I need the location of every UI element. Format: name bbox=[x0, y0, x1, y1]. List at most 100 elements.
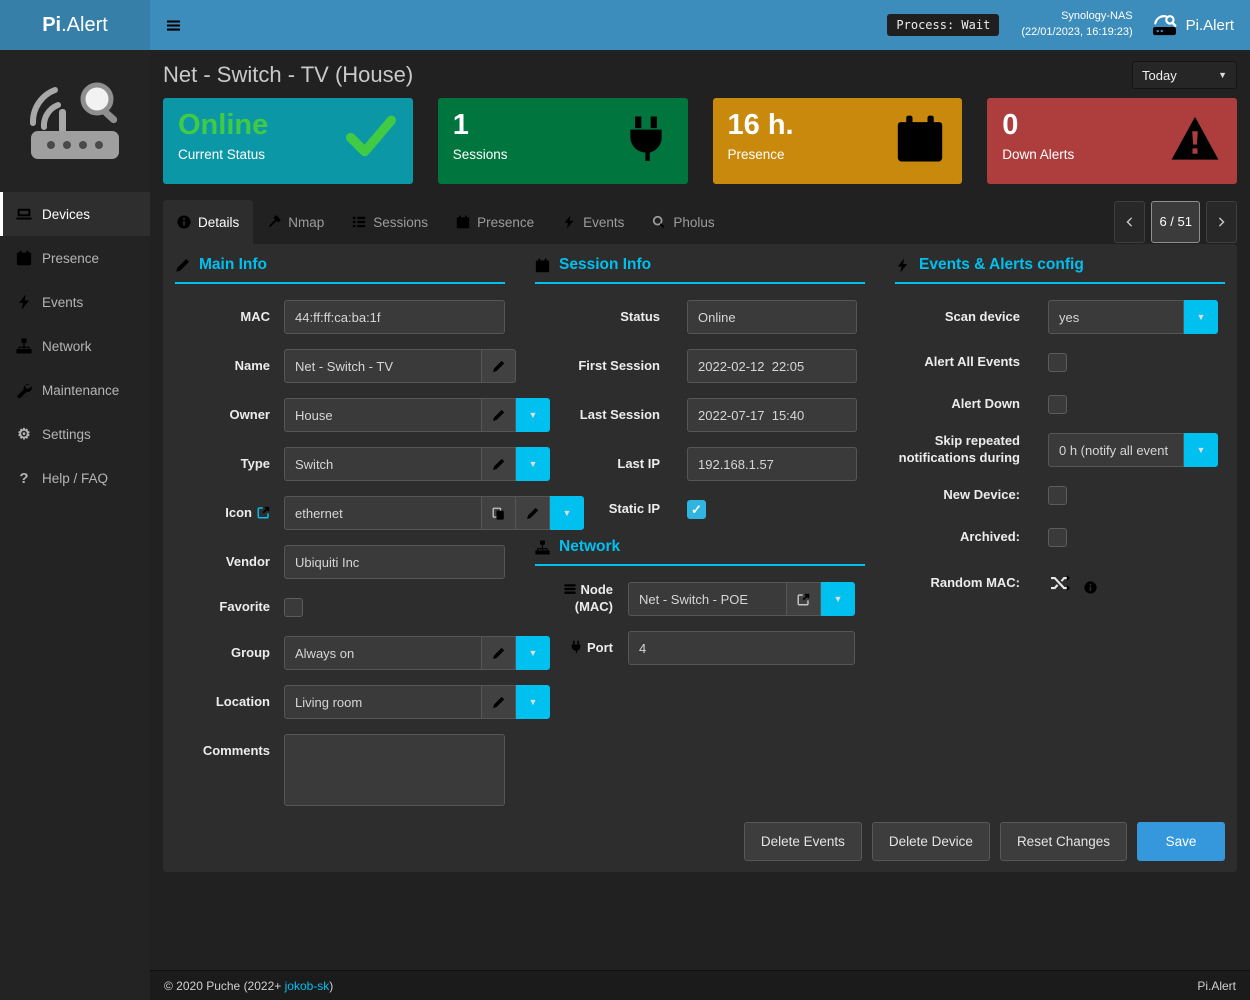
name-input[interactable] bbox=[284, 349, 482, 383]
jokob-sk-link[interactable]: jokob-sk bbox=[285, 979, 330, 993]
brand-text-bold: Pi bbox=[42, 14, 61, 37]
comments-textarea[interactable] bbox=[284, 734, 505, 806]
owner-input[interactable] bbox=[284, 398, 482, 432]
tab-bar: Details Nmap Sessions Presence Events Ph… bbox=[163, 200, 1237, 244]
mac-input[interactable] bbox=[284, 300, 505, 334]
gear-icon: ⚙ bbox=[16, 425, 32, 443]
sidebar-item-presence[interactable]: Presence bbox=[0, 236, 150, 280]
new-device-checkbox[interactable]: ✓ bbox=[1048, 486, 1067, 505]
prev-device-button[interactable] bbox=[1114, 201, 1145, 243]
wrench-icon bbox=[16, 382, 32, 398]
field-row-last-session: Last Session bbox=[535, 398, 865, 432]
down-alerts-box[interactable]: 0 Down Alerts bbox=[987, 98, 1237, 184]
alert-all-events-label: Alert All Events bbox=[895, 354, 1020, 371]
scanner-icon bbox=[1151, 14, 1178, 36]
static-ip-checkbox[interactable]: ✓ bbox=[687, 500, 706, 519]
favorite-label: Favorite bbox=[175, 599, 270, 616]
chevron-right-icon bbox=[1216, 215, 1227, 229]
scan-device-dropdown-button[interactable]: ▼ bbox=[1184, 300, 1218, 334]
tab-details[interactable]: Details bbox=[163, 200, 253, 244]
presence-box[interactable]: 16 h. Presence bbox=[713, 98, 963, 184]
sidebar-item-settings[interactable]: ⚙ Settings bbox=[0, 412, 150, 456]
status-label: Status bbox=[535, 309, 660, 326]
skip-notifications-select[interactable] bbox=[1048, 433, 1184, 467]
node-link-button[interactable] bbox=[787, 582, 821, 616]
menu-toggle-button[interactable] bbox=[150, 0, 196, 50]
field-row-owner: Owner ▼ bbox=[175, 398, 505, 432]
calendar-icon bbox=[894, 114, 946, 164]
first-session-input[interactable] bbox=[687, 349, 857, 383]
icon-copy-button[interactable] bbox=[482, 496, 516, 530]
plug-icon bbox=[569, 640, 583, 654]
summary-boxes: Online Current Status 1 Sessions 16 h. P… bbox=[163, 98, 1237, 184]
sidebar-item-network[interactable]: Network bbox=[0, 324, 150, 368]
skip-notifications-dropdown-button[interactable]: ▼ bbox=[1184, 433, 1218, 467]
alert-down-checkbox[interactable]: ✓ bbox=[1048, 395, 1067, 414]
field-row-alert-down: Alert Down ✓ bbox=[895, 391, 1225, 417]
alert-all-events-checkbox[interactable]: ✓ bbox=[1048, 353, 1067, 372]
sidebar-item-devices[interactable]: Devices bbox=[0, 192, 150, 236]
icon-input[interactable] bbox=[284, 496, 482, 530]
process-status-badge: Process: Wait bbox=[887, 14, 999, 36]
delete-device-button[interactable]: Delete Device bbox=[872, 822, 990, 861]
location-edit-button[interactable] bbox=[482, 685, 516, 719]
tab-events[interactable]: Events bbox=[548, 200, 638, 244]
delete-events-button[interactable]: Delete Events bbox=[744, 822, 862, 861]
tab-presence[interactable]: Presence bbox=[442, 200, 548, 244]
field-row-alert-all-events: Alert All Events ✓ bbox=[895, 349, 1225, 375]
node-input[interactable] bbox=[628, 582, 787, 616]
alert-down-label: Alert Down bbox=[895, 396, 1020, 413]
plug-icon bbox=[620, 114, 672, 164]
favorite-checkbox[interactable]: ✓ bbox=[284, 598, 303, 617]
last-ip-input[interactable] bbox=[687, 447, 857, 481]
node-dropdown-button[interactable]: ▼ bbox=[821, 582, 855, 616]
save-button[interactable]: Save bbox=[1137, 822, 1225, 861]
next-device-button[interactable] bbox=[1206, 201, 1237, 243]
sidebar-item-label: Network bbox=[42, 339, 92, 354]
port-input[interactable] bbox=[628, 631, 855, 665]
reset-changes-button[interactable]: Reset Changes bbox=[1000, 822, 1127, 861]
status-input[interactable] bbox=[687, 300, 857, 334]
archived-checkbox[interactable]: ✓ bbox=[1048, 528, 1067, 547]
field-row-name: Name bbox=[175, 349, 505, 383]
field-row-new-device: New Device: ✓ bbox=[895, 482, 1225, 508]
network-heading: Network bbox=[535, 538, 865, 566]
name-edit-button[interactable] bbox=[482, 349, 516, 383]
comments-label: Comments bbox=[175, 734, 270, 760]
sessions-box[interactable]: 1 Sessions bbox=[438, 98, 688, 184]
field-row-location: Location ▼ bbox=[175, 685, 505, 719]
sidebar-item-help[interactable]: ? Help / FAQ bbox=[0, 456, 150, 500]
external-link-icon[interactable] bbox=[257, 506, 270, 519]
group-input[interactable] bbox=[284, 636, 482, 670]
name-label: Name bbox=[175, 358, 270, 375]
calendar-icon bbox=[535, 258, 550, 273]
group-edit-button[interactable] bbox=[482, 636, 516, 670]
sidebar-item-events[interactable]: Events bbox=[0, 280, 150, 324]
info-icon[interactable] bbox=[1084, 581, 1097, 594]
bolt-icon bbox=[895, 258, 910, 273]
vendor-input[interactable] bbox=[284, 545, 505, 579]
device-position: 6 / 51 bbox=[1151, 201, 1200, 243]
shuffle-icon[interactable] bbox=[1048, 573, 1072, 593]
scan-device-select[interactable] bbox=[1048, 300, 1184, 334]
sitemap-icon bbox=[16, 338, 32, 354]
type-input[interactable] bbox=[284, 447, 482, 481]
pencil-icon bbox=[175, 258, 190, 273]
device-pager: 6 / 51 bbox=[1114, 200, 1237, 244]
sidebar-item-maintenance[interactable]: Maintenance bbox=[0, 368, 150, 412]
period-selector[interactable]: Today ▼ bbox=[1132, 61, 1237, 89]
tab-pholus[interactable]: Pholus bbox=[638, 200, 728, 244]
info-icon bbox=[177, 215, 191, 229]
current-status-box[interactable]: Online Current Status bbox=[163, 98, 413, 184]
session-info-heading: Session Info bbox=[535, 256, 865, 284]
owner-edit-button[interactable] bbox=[482, 398, 516, 432]
tab-sessions[interactable]: Sessions bbox=[338, 200, 442, 244]
type-edit-button[interactable] bbox=[482, 447, 516, 481]
tab-nmap[interactable]: Nmap bbox=[253, 200, 338, 244]
main-content: Net - Switch - TV (House) Today ▼ Online… bbox=[150, 50, 1250, 970]
main-info-section: Main Info MAC Name Owner bbox=[175, 256, 505, 821]
header-brand[interactable]: Pi.Alert bbox=[1151, 14, 1234, 36]
location-input[interactable] bbox=[284, 685, 482, 719]
sidebar-brand[interactable]: Pi.Alert bbox=[0, 0, 150, 50]
last-session-input[interactable] bbox=[687, 398, 857, 432]
